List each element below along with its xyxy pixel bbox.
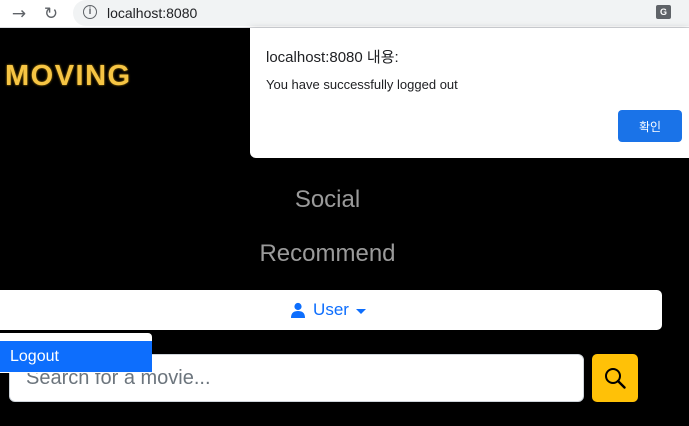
dialog-ok-button[interactable]: 확인 <box>618 110 682 142</box>
address-url[interactable]: localhost:8080 <box>107 5 197 21</box>
search-button[interactable] <box>592 354 638 402</box>
dialog-message: You have successfully logged out <box>266 77 458 92</box>
dialog-title: localhost:8080 내용: <box>266 49 399 66</box>
translate-icon[interactable]: G <box>656 5 671 19</box>
reload-icon[interactable]: ↻ <box>40 3 62 25</box>
alert-dialog: localhost:8080 내용: You have successfully… <box>250 28 689 158</box>
logout-menu-item[interactable]: Logout <box>0 341 152 372</box>
user-dropdown-menu: Logout <box>0 333 152 373</box>
back-arrow-icon[interactable]: → <box>8 3 30 25</box>
nav-link-social[interactable]: Social <box>0 186 655 214</box>
nav-link-recommend[interactable]: Recommend <box>0 240 655 268</box>
user-label: User <box>313 300 349 319</box>
search-icon <box>605 368 626 389</box>
address-bar[interactable]: i localhost:8080 G <box>73 0 689 26</box>
site-logo[interactable]: MOVING <box>5 60 132 93</box>
user-dropdown-toggle[interactable]: User <box>0 290 662 330</box>
browser-toolbar: → ↻ i localhost:8080 G <box>0 0 689 28</box>
info-icon[interactable]: i <box>83 5 97 19</box>
caret-down-icon <box>355 308 366 314</box>
user-menu-bar: User <box>0 290 662 330</box>
person-icon <box>291 302 306 318</box>
